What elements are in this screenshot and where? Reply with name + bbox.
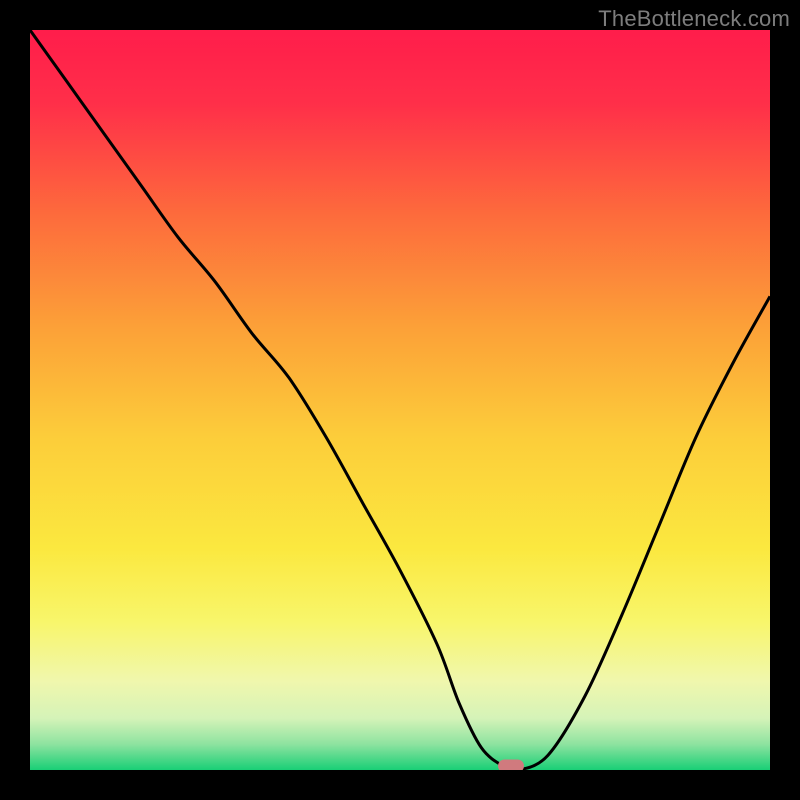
optimal-point-marker <box>498 760 524 771</box>
plot-area <box>30 30 770 770</box>
chart-container: TheBottleneck.com <box>0 0 800 800</box>
attribution-watermark: TheBottleneck.com <box>598 6 790 32</box>
chart-svg <box>30 30 770 770</box>
gradient-background <box>30 30 770 770</box>
